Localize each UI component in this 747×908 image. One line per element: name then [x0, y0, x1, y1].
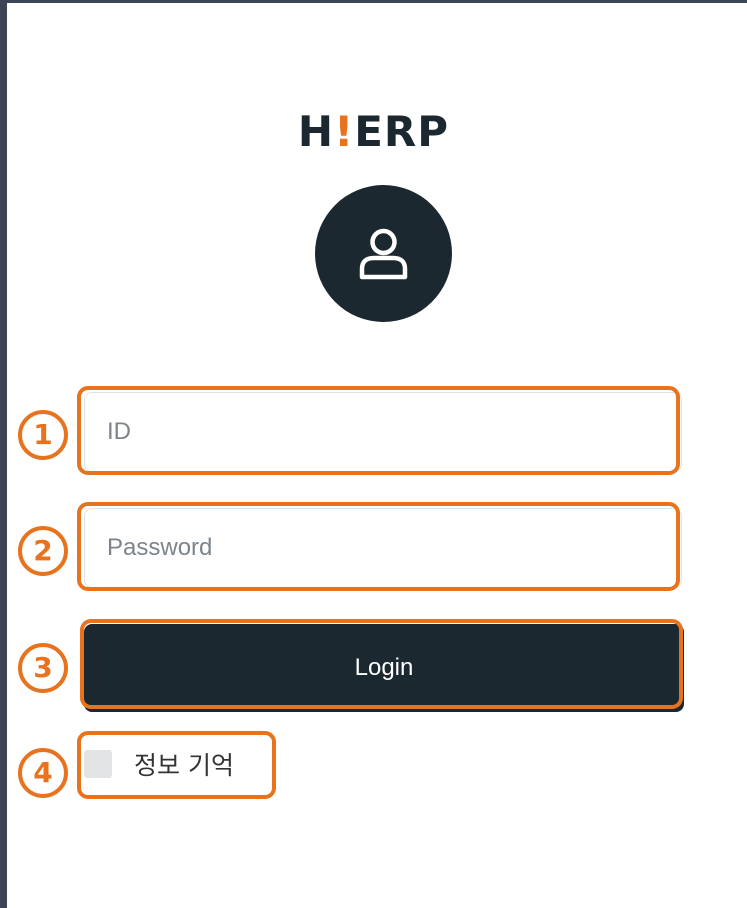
- logo-suffix: ERP: [354, 107, 450, 156]
- highlight-id-field: [77, 386, 680, 475]
- logo-bang: !: [334, 107, 355, 156]
- marker-1: 1: [18, 410, 68, 460]
- app-logo: H!ERP: [0, 104, 747, 160]
- marker-2: 2: [18, 526, 68, 576]
- logo-prefix: H: [297, 107, 335, 156]
- marker-4: 4: [18, 748, 68, 798]
- highlight-password-field: [77, 502, 680, 591]
- highlight-remember-me: [77, 731, 276, 799]
- avatar: [315, 185, 452, 322]
- highlight-login-button: [80, 619, 683, 709]
- user-icon: [359, 228, 408, 280]
- marker-3: 3: [18, 643, 68, 693]
